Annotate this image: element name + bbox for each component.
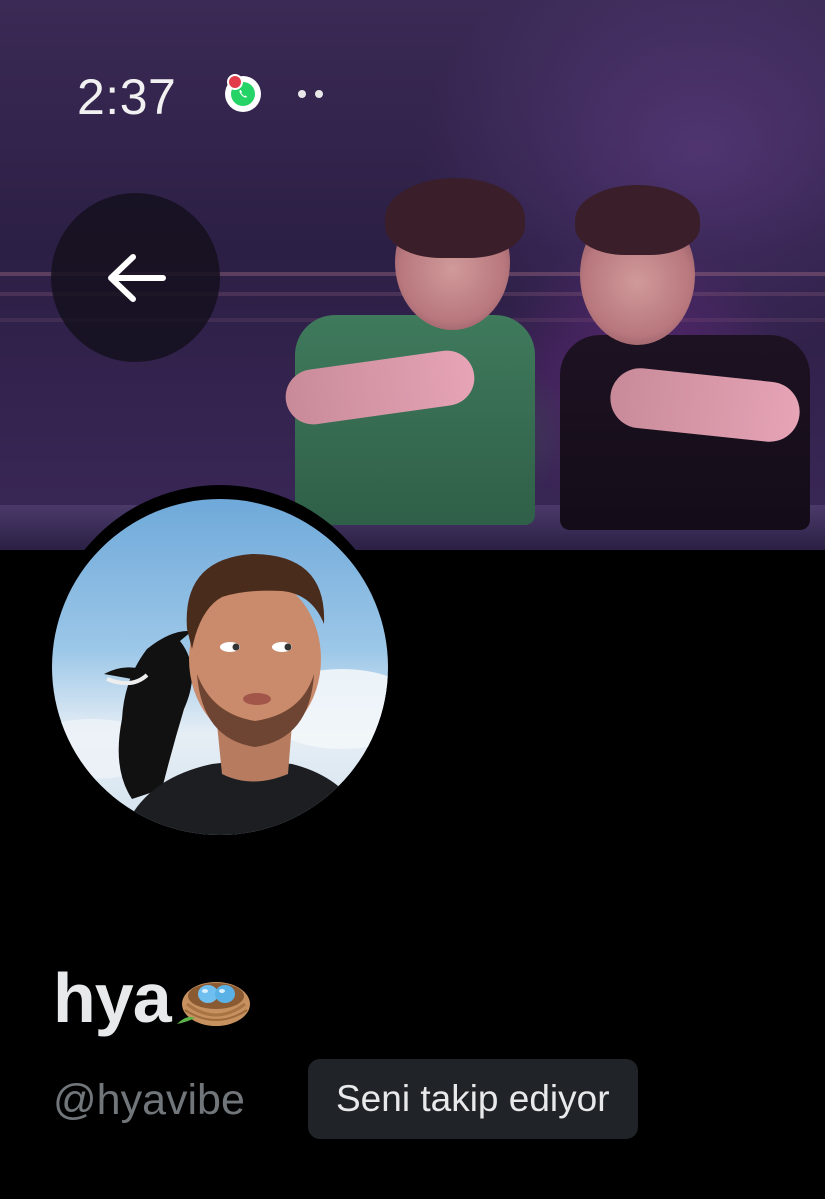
arrow-left-icon — [107, 253, 166, 302]
nest-with-eggs-icon — [176, 982, 250, 1026]
status-time: 2:37 — [77, 69, 177, 125]
follows-you-badge: Seni takip ediyor — [308, 1059, 638, 1139]
user-handle: @hyavibe — [53, 1076, 245, 1124]
avatar-photo — [52, 554, 388, 835]
more-dots-icon — [298, 90, 323, 98]
display-name: hya — [53, 958, 253, 1038]
display-name-text: hya — [53, 959, 172, 1037]
back-button[interactable] — [51, 193, 220, 362]
follows-you-label: Seni takip ediyor — [336, 1078, 610, 1119]
avatar[interactable] — [52, 499, 388, 835]
status-bar: 2:37 — [0, 60, 825, 130]
whatsapp-icon — [225, 74, 261, 112]
